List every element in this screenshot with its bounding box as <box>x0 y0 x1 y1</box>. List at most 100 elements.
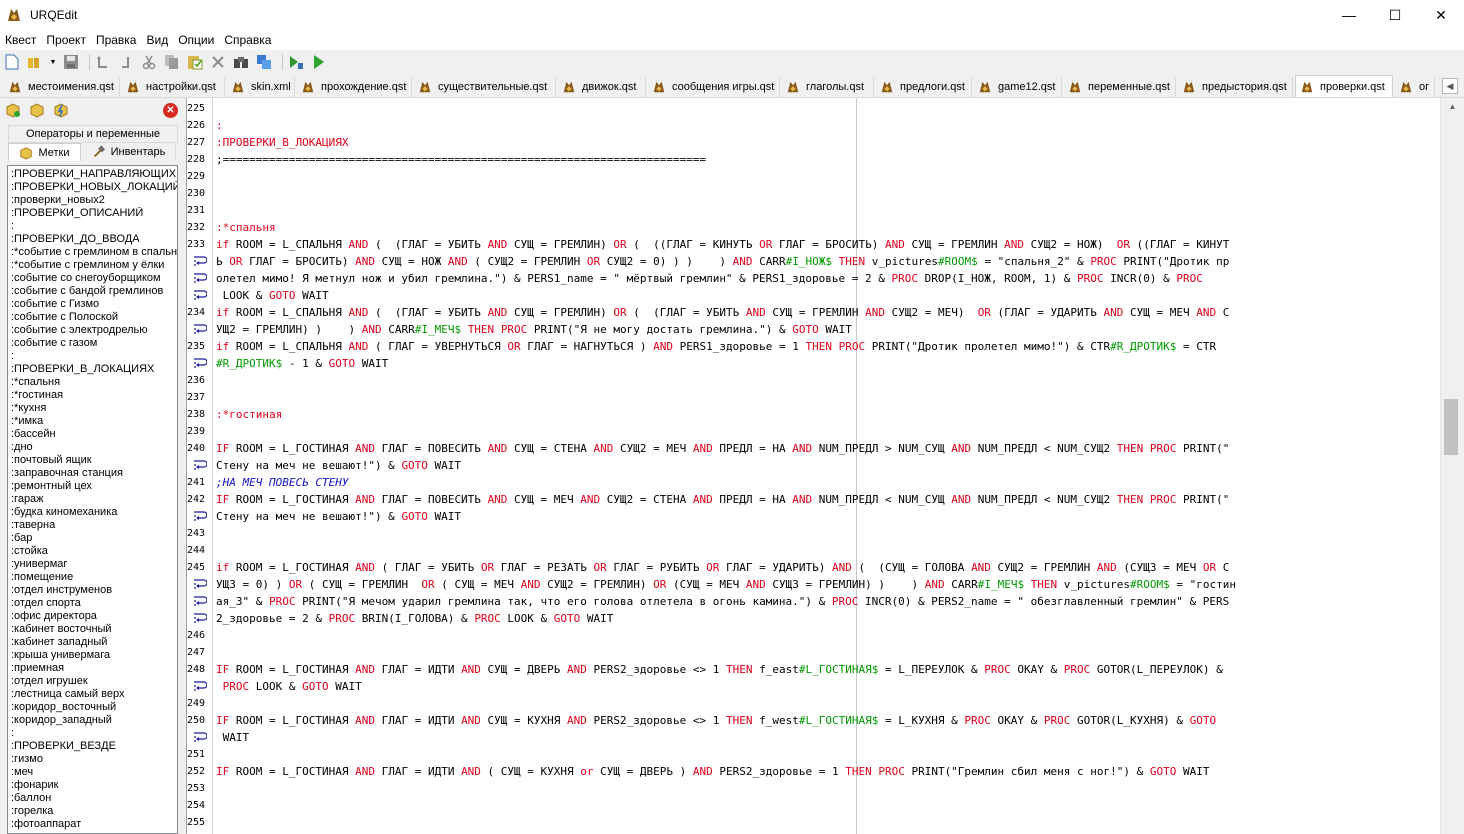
code-line[interactable]: 226: <box>187 117 1441 134</box>
open-dropdown[interactable]: ▼ <box>49 53 57 71</box>
tab-file-1[interactable]: настройки.qst <box>122 77 225 97</box>
maximize-button[interactable]: ☐ <box>1372 0 1418 30</box>
code-line[interactable]: Ь OR ГЛАГ = БРОСИТЬ) AND СУЩ = НОЖ AND (… <box>187 253 1441 270</box>
tab-operators[interactable]: Операторы и переменные <box>8 125 178 143</box>
code-line[interactable]: 245 if ROOM = L_ГОСТИНАЯ AND ( ГЛАГ = УБИ… <box>187 559 1441 576</box>
undo-button[interactable] <box>94 53 112 71</box>
list-item[interactable]: :горелка <box>11 805 177 818</box>
list-item[interactable]: :кабинет западный <box>11 636 177 649</box>
tab-inventory[interactable]: Инвентарь <box>82 143 176 161</box>
code-line[interactable]: 229 <box>187 168 1441 185</box>
code-line[interactable]: 230 <box>187 185 1441 202</box>
tab-file-2[interactable]: skin.xml <box>227 77 295 97</box>
code-line[interactable]: 248 IF ROOM = L_ГОСТИНАЯ AND ГЛАГ = ИДТИ … <box>187 661 1441 678</box>
copy-button[interactable] <box>163 53 181 71</box>
tab-file-10[interactable]: переменные.qst <box>1064 77 1176 97</box>
close-button[interactable]: ✕ <box>1418 0 1464 30</box>
tab-file-5[interactable]: движок.qst <box>558 77 646 97</box>
code-line[interactable]: 244 <box>187 542 1441 559</box>
tabs-scroll-left[interactable]: ◀ <box>1442 78 1458 94</box>
code-line[interactable]: 249 <box>187 695 1441 712</box>
cut-button[interactable] <box>140 53 158 71</box>
save-button[interactable] <box>62 53 80 71</box>
list-item[interactable]: :таверна <box>11 519 177 532</box>
list-item[interactable]: :событие со снегоуборщиком <box>11 272 177 285</box>
code-line[interactable]: 225 <box>187 100 1441 117</box>
list-item[interactable]: :ПРОВЕРКИ_НАПРАВЛЯЮЩИХ <box>11 168 177 181</box>
list-item[interactable]: :гараж <box>11 493 177 506</box>
list-item[interactable]: :*кухня <box>11 402 177 415</box>
tab-file-13[interactable]: ог <box>1395 77 1435 97</box>
list-item[interactable]: :дно <box>11 441 177 454</box>
list-item[interactable]: :*спальня <box>11 376 177 389</box>
list-item[interactable]: :будка киномеханика <box>11 506 177 519</box>
list-item[interactable]: :стойка <box>11 545 177 558</box>
list-item[interactable]: :ПРОВЕРКИ_НОВЫХ_ЛОКАЦИЙ <box>11 181 177 194</box>
code-line[interactable]: 243 <box>187 525 1441 542</box>
add-label-button[interactable] <box>4 101 22 119</box>
list-item[interactable]: :лестница самый верх <box>11 688 177 701</box>
tab-file-11[interactable]: предыстория.qst <box>1178 77 1293 97</box>
menu-edit[interactable]: Правка <box>91 33 142 47</box>
replace-button[interactable] <box>255 53 273 71</box>
code-line[interactable]: 242 IF ROOM = L_ГОСТИНАЯ AND ГЛАГ = ПОВЕС… <box>187 491 1441 508</box>
code-line[interactable]: 240 IF ROOM = L_ГОСТИНАЯ AND ГЛАГ = ПОВЕС… <box>187 440 1441 457</box>
list-item[interactable]: :*событие с гремлином в спальн <box>11 246 177 259</box>
tab-file-7[interactable]: глаголы.qst <box>782 77 874 97</box>
menu-options[interactable]: Опции <box>173 33 219 47</box>
code-line[interactable]: 231 <box>187 202 1441 219</box>
list-item[interactable]: :ПРОВЕРКИ_В_ЛОКАЦИЯХ <box>11 363 177 376</box>
list-item[interactable]: :*гостиная <box>11 389 177 402</box>
code-line[interactable]: Стену на меч не вешают!") & GOTO WAIT <box>187 508 1441 525</box>
edit-label-button[interactable] <box>28 101 46 119</box>
list-item[interactable]: :коридор_восточный <box>11 701 177 714</box>
code-line[interactable]: 252 IF ROOM = L_ГОСТИНАЯ AND ГЛАГ = ИДТИ … <box>187 763 1441 780</box>
code-line[interactable]: 254 <box>187 797 1441 814</box>
code-line[interactable]: 2_здоровье = 2 & PROC BRIN(I_ГОЛОВА) & P… <box>187 610 1441 627</box>
code-editor[interactable]: 225 226:227:ПРОВЕРКИ_В_ЛОКАЦИЯХ 228 ;======… <box>186 98 1464 834</box>
list-item[interactable]: :меч <box>11 766 177 779</box>
list-item[interactable]: :универмаг <box>11 558 177 571</box>
list-item[interactable]: :отдел игрушек <box>11 675 177 688</box>
open-button[interactable] <box>26 53 44 71</box>
delete-button[interactable] <box>209 53 227 71</box>
labels-list[interactable]: :ПРОВЕРКИ_НАПРАВЛЯЮЩИХ:ПРОВЕРКИ_НОВЫХ_ЛО… <box>7 165 178 834</box>
list-item[interactable]: :фонарик <box>11 779 177 792</box>
tab-file-12[interactable]: проверки.qst <box>1295 75 1393 97</box>
code-line[interactable]: 232:*спальня <box>187 219 1441 236</box>
code-line[interactable]: 246 <box>187 627 1441 644</box>
list-item[interactable]: :проверки_новых2 <box>11 194 177 207</box>
list-item[interactable]: :баллон <box>11 792 177 805</box>
tab-labels[interactable]: Метки <box>8 143 81 161</box>
list-item[interactable]: :отдел спорта <box>11 597 177 610</box>
minimize-button[interactable]: — <box>1326 0 1372 30</box>
tab-file-8[interactable]: предлоги.qst <box>876 77 972 97</box>
tab-file-6[interactable]: сообщения игры.qst <box>648 77 780 97</box>
tab-file-3[interactable]: прохождение.qst <box>297 77 412 97</box>
list-item[interactable]: :отдел инструменов <box>11 584 177 597</box>
code-line[interactable]: 238:*гостиная <box>187 406 1441 423</box>
panel-close-button[interactable]: ✕ <box>163 103 178 118</box>
tab-file-9[interactable]: game12.qst <box>974 77 1062 97</box>
menu-help[interactable]: Справка <box>219 33 276 47</box>
code-line[interactable]: LOOK & GOTO WAIT <box>187 287 1441 304</box>
code-line[interactable]: УЩ2 = ГРЕМЛИН) ) ) AND CARR#I_МЕЧ$ THEN … <box>187 321 1441 338</box>
code-line[interactable]: ая_3" & PROC PRINT("Я мечом ударил гремл… <box>187 593 1441 610</box>
tab-file-4[interactable]: существительные.qst <box>414 77 556 97</box>
redo-button[interactable] <box>117 53 135 71</box>
list-item[interactable]: :*событие с гремлином у ёлки <box>11 259 177 272</box>
scrollbar-thumb[interactable] <box>1444 399 1458 455</box>
code-line[interactable]: 227:ПРОВЕРКИ_В_ЛОКАЦИЯХ <box>187 134 1441 151</box>
run-button[interactable] <box>310 53 328 71</box>
new-file-button[interactable] <box>3 53 21 71</box>
list-item[interactable]: :ПРОВЕРКИ_ДО_ВВОДА <box>11 233 177 246</box>
list-item[interactable]: :заправочная станция <box>11 467 177 480</box>
run-step-button[interactable] <box>287 53 305 71</box>
scroll-up-button[interactable]: ▲ <box>1441 98 1464 115</box>
list-item[interactable]: :событие с газом <box>11 337 177 350</box>
list-item[interactable]: :бассейн <box>11 428 177 441</box>
menu-quest[interactable]: Квест <box>0 33 41 47</box>
list-item[interactable]: :фотоаппарат <box>11 818 177 831</box>
list-item[interactable]: : <box>11 727 177 740</box>
code-line[interactable]: УЩ3 = 0) ) OR ( СУЩ = ГРЕМЛИН OR ( СУЩ =… <box>187 576 1441 593</box>
